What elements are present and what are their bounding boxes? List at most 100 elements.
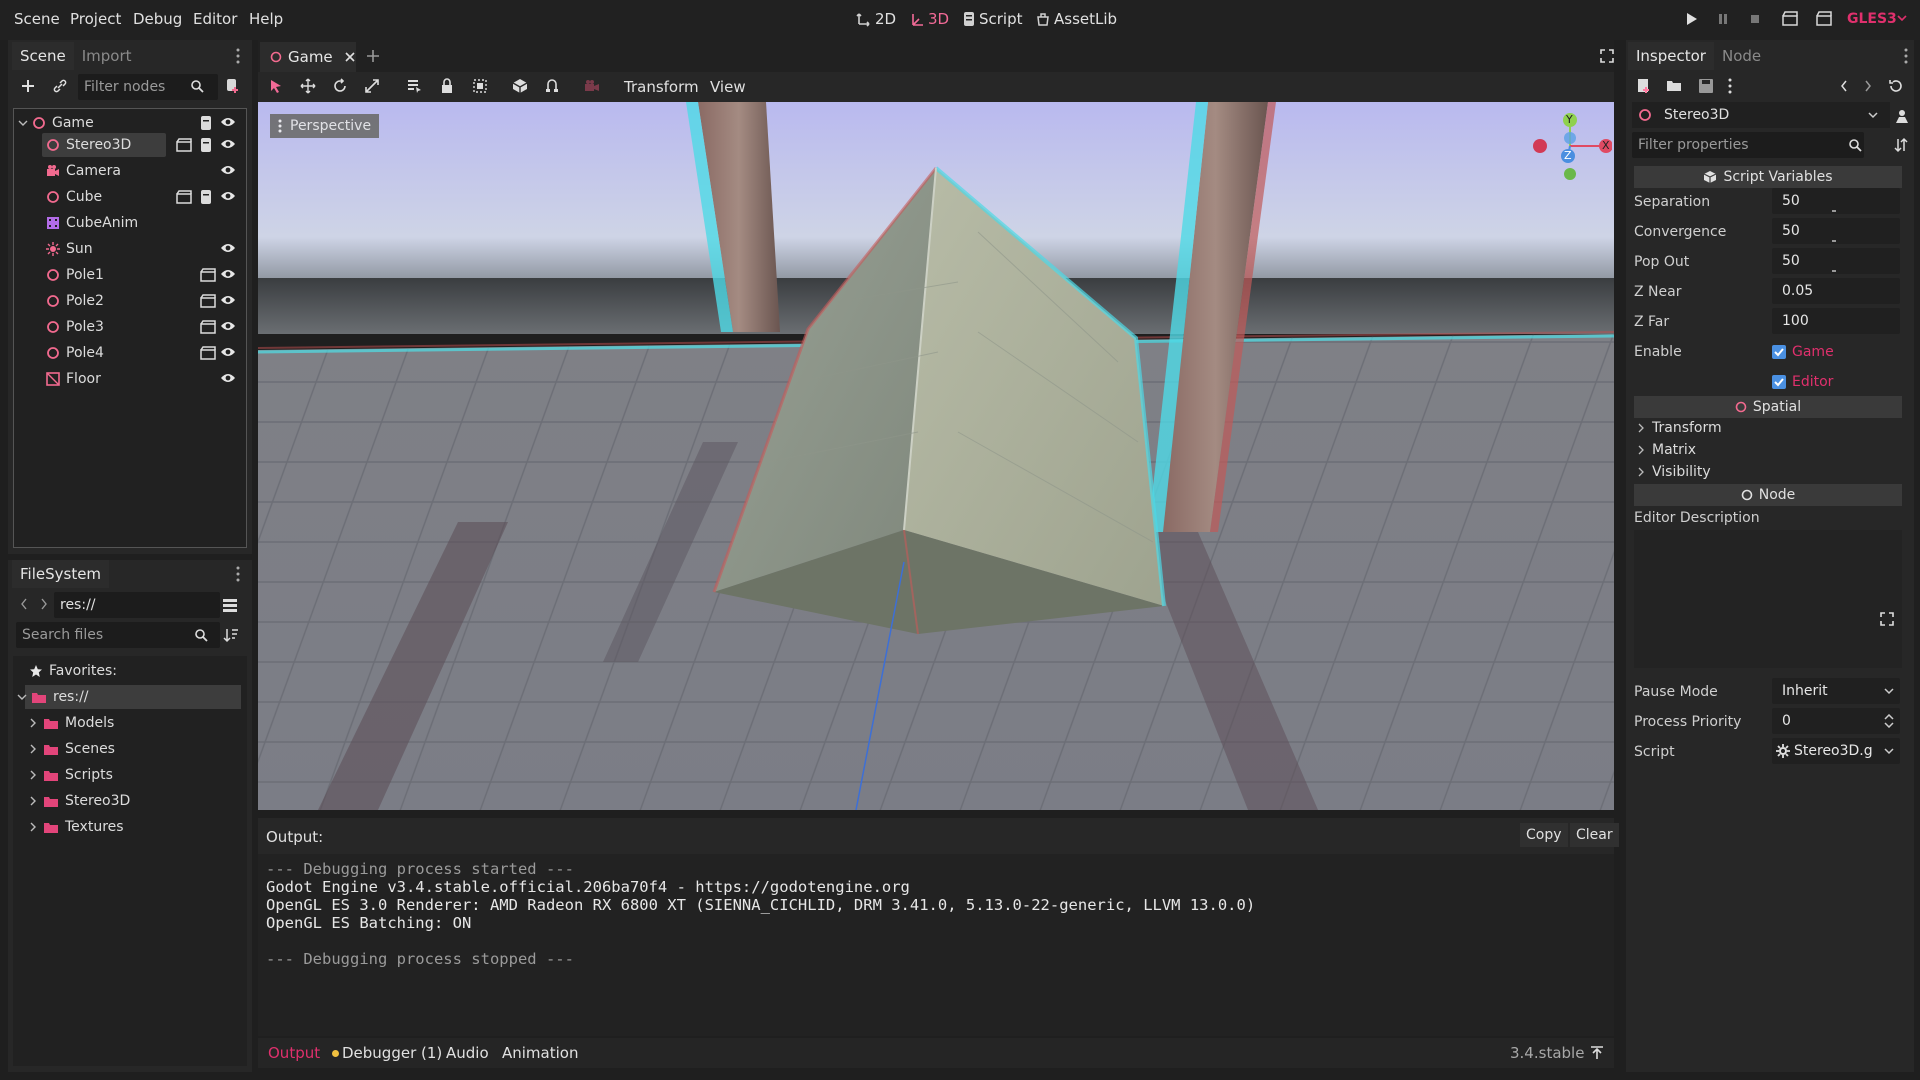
visibility-eye-icon[interactable] (220, 320, 236, 332)
tab-node[interactable]: Node (1714, 42, 1769, 70)
pause-icon[interactable] (1716, 12, 1730, 26)
play-icon[interactable] (1684, 12, 1698, 26)
subsection-visibility[interactable]: Visibility (1638, 464, 1711, 480)
tree-node-camera[interactable]: Camera (14, 158, 246, 184)
group-icon[interactable] (472, 78, 488, 94)
link-icon[interactable] (52, 78, 68, 94)
menu-transform[interactable]: Transform (624, 78, 699, 96)
new-resource-icon[interactable] (1636, 78, 1652, 94)
copy-button[interactable]: Copy (1520, 823, 1568, 847)
stop-icon[interactable] (1748, 12, 1762, 26)
tree-node-pole1[interactable]: Pole1 (14, 262, 246, 288)
move-tool-icon[interactable] (300, 78, 316, 94)
script-resource-picker[interactable]: Stereo3D.g (1772, 738, 1900, 764)
tab-import[interactable]: Import (74, 42, 140, 70)
menu-debug[interactable]: Debug (133, 10, 182, 28)
script-icon[interactable] (200, 116, 212, 130)
menu-project[interactable]: Project (70, 10, 121, 28)
object-properties-icon[interactable] (1894, 108, 1910, 124)
chevron-left-icon[interactable] (20, 598, 28, 610)
znear-field[interactable]: 0.05 (1772, 278, 1900, 304)
convergence-slider[interactable]: 50 (1772, 218, 1900, 244)
sort-icon[interactable] (1894, 137, 1910, 153)
tab-game[interactable]: Game (260, 42, 356, 72)
snap-icon[interactable] (544, 78, 560, 94)
script-icon[interactable] (200, 190, 212, 204)
visibility-eye-icon[interactable] (220, 294, 236, 306)
tree-node-pole4[interactable]: Pole4 (14, 340, 246, 366)
renderer-selector[interactable]: GLES3 (1847, 11, 1897, 27)
save-icon[interactable] (1698, 78, 1714, 94)
visibility-eye-icon[interactable] (220, 164, 236, 176)
chevron-right-icon[interactable] (40, 598, 48, 610)
visibility-eye-icon[interactable] (220, 138, 236, 150)
chevron-right-icon[interactable] (29, 770, 37, 780)
expand-panel-icon[interactable] (1590, 1046, 1604, 1060)
local-space-icon[interactable] (512, 78, 528, 94)
orientation-gizmo[interactable]: Y X Z (1528, 108, 1612, 184)
visibility-eye-icon[interactable] (220, 268, 236, 280)
chevron-right-icon[interactable] (1864, 80, 1872, 92)
object-selector[interactable]: Stereo3D (1632, 102, 1890, 128)
visibility-eye-icon[interactable] (220, 346, 236, 358)
folder-models[interactable]: Models (13, 710, 245, 736)
list-select-icon[interactable] (406, 78, 422, 94)
workspace-3d-button[interactable]: 3D (909, 10, 949, 28)
chevron-right-icon[interactable] (29, 744, 37, 754)
workspace-2d-button[interactable]: 2D (856, 10, 896, 28)
add-node-icon[interactable] (20, 78, 36, 94)
sort-icon[interactable] (223, 627, 239, 643)
separation-slider[interactable]: 50 (1772, 188, 1900, 214)
expand-icon[interactable] (1880, 612, 1894, 626)
play-custom-scene-icon[interactable] (1816, 11, 1832, 27)
enable-game-checkbox[interactable]: Game (1772, 340, 1834, 364)
chevron-right-icon[interactable] (29, 822, 37, 832)
3d-viewport[interactable]: Perspective Y X Z (258, 102, 1614, 810)
open-folder-icon[interactable] (1666, 78, 1682, 94)
menu-view[interactable]: View (710, 78, 746, 96)
folder-stereo3d[interactable]: Stereo3D (13, 788, 245, 814)
play-scene-icon[interactable] (1782, 11, 1798, 27)
menu-scene[interactable]: Scene (14, 10, 60, 28)
visibility-eye-icon[interactable] (220, 372, 236, 384)
section-script-variables[interactable]: Script Variables (1634, 166, 1902, 188)
popout-slider[interactable]: 50 (1772, 248, 1900, 274)
tab-debugger[interactable]: Debugger (1) (342, 1044, 442, 1062)
instance-icon[interactable] (176, 190, 192, 204)
section-spatial[interactable]: Spatial (1634, 396, 1902, 418)
editor-description-field[interactable] (1634, 530, 1902, 668)
chevron-down-icon[interactable] (18, 118, 28, 128)
select-tool-icon[interactable] (268, 78, 284, 94)
tree-node-cubeanim[interactable]: CubeAnim (14, 210, 246, 236)
instance-icon[interactable] (200, 268, 216, 282)
chevron-left-icon[interactable] (1840, 80, 1848, 92)
tab-audio[interactable]: Audio (446, 1044, 489, 1062)
tree-node-stereo3d[interactable]: Stereo3D (14, 132, 246, 158)
script-icon[interactable] (200, 138, 212, 152)
workspace-assetlib-button[interactable]: AssetLib (1035, 10, 1117, 28)
distraction-free-icon[interactable] (1600, 49, 1614, 63)
visibility-eye-icon[interactable] (220, 116, 236, 128)
history-icon[interactable] (1888, 78, 1904, 94)
dock-menu-icon[interactable] (236, 566, 240, 582)
subsection-matrix[interactable]: Matrix (1638, 442, 1696, 458)
filter-properties-input[interactable]: Filter properties (1632, 132, 1864, 158)
tree-node-sun[interactable]: Sun (14, 236, 246, 262)
instance-icon[interactable] (200, 294, 216, 308)
workspace-script-button[interactable]: Script (962, 10, 1023, 28)
tab-scene[interactable]: Scene (12, 42, 74, 70)
perspective-menu-button[interactable]: Perspective (270, 114, 380, 138)
tree-node-floor[interactable]: Floor (14, 366, 246, 392)
search-files-input[interactable]: Search files (16, 622, 220, 648)
instance-icon[interactable] (200, 320, 216, 334)
enable-editor-checkbox[interactable]: Editor (1772, 370, 1833, 394)
output-log[interactable]: --- Debugging process started --- Godot … (258, 854, 1614, 1036)
close-icon[interactable] (345, 52, 355, 62)
lock-icon[interactable] (440, 78, 454, 94)
menu-editor[interactable]: Editor (193, 10, 237, 28)
instance-icon[interactable] (200, 346, 216, 360)
instance-icon[interactable] (176, 138, 192, 152)
new-tab-icon[interactable] (366, 49, 380, 63)
res-root-row[interactable]: res:// (13, 684, 245, 710)
folder-scripts[interactable]: Scripts (13, 762, 245, 788)
